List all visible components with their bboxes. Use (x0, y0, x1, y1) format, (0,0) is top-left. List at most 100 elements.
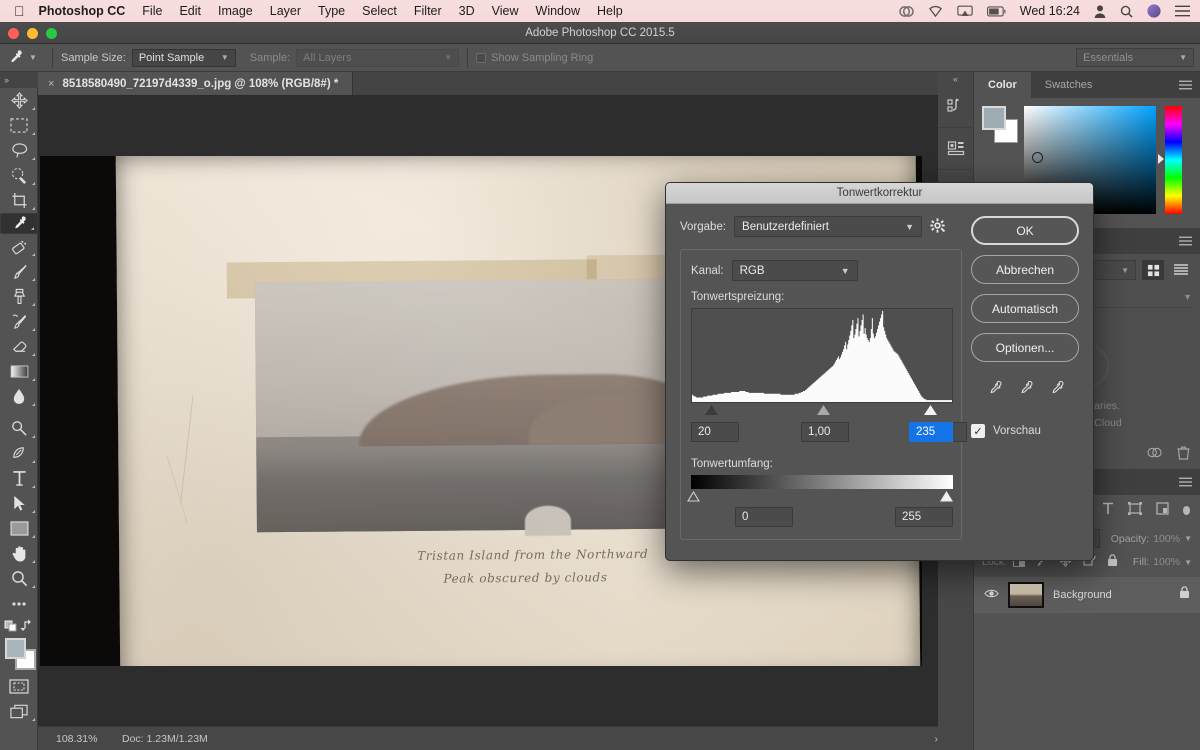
preset-select[interactable]: Benutzerdefiniert ▼ (734, 216, 923, 237)
list-view-button[interactable] (1170, 260, 1192, 280)
clone-stamp-tool[interactable] (0, 284, 38, 309)
creative-cloud-icon[interactable] (899, 5, 914, 18)
toolbar-collapse-button[interactable]: » (0, 72, 38, 88)
panel-menu-icon[interactable] (1179, 72, 1200, 98)
history-panel-icon[interactable] (938, 86, 974, 128)
sample-select[interactable]: All Layers ▼ (296, 48, 460, 67)
quick-mask-toggle[interactable] (0, 674, 38, 699)
crop-tool[interactable] (0, 188, 38, 213)
hand-tool[interactable] (0, 541, 38, 566)
menu-window[interactable]: Window (536, 4, 580, 18)
fill-control[interactable]: Fill: 100% ▼ (1133, 556, 1192, 568)
chevron-down-icon[interactable]: ▼ (29, 53, 37, 62)
sync-icon[interactable] (1147, 446, 1163, 465)
color-swatches[interactable] (0, 634, 38, 674)
channel-select[interactable]: RGB ▼ (731, 260, 858, 281)
move-tool[interactable] (0, 88, 38, 113)
input-highlight-field-tail[interactable] (953, 422, 967, 442)
menu-filter[interactable]: Filter (414, 4, 442, 18)
brush-tool[interactable] (0, 259, 38, 284)
eyedropper-tool[interactable] (0, 213, 38, 234)
zoom-tool[interactable] (0, 566, 38, 591)
menu-image[interactable]: Image (218, 4, 253, 18)
close-button[interactable] (8, 28, 19, 39)
path-selection-tool[interactable] (0, 491, 38, 516)
input-slider-track[interactable] (691, 403, 953, 419)
zoom-button[interactable] (46, 28, 57, 39)
gradient-tool[interactable] (0, 359, 38, 384)
horizontal-type-tool[interactable] (0, 466, 38, 491)
siri-icon[interactable] (1147, 4, 1161, 18)
input-midtone-field[interactable]: 1,00 (801, 422, 849, 442)
notification-center-icon[interactable] (1175, 5, 1190, 17)
spot-healing-brush-tool[interactable] (0, 234, 38, 259)
white-point-eyedropper-icon[interactable] (1048, 380, 1065, 400)
shape-filter-icon[interactable] (1127, 501, 1142, 520)
battery-icon[interactable] (986, 5, 1006, 17)
gear-icon[interactable] (930, 217, 945, 236)
layer-row[interactable]: Background (974, 577, 1200, 613)
tab-color[interactable]: Color (974, 72, 1031, 98)
levels-dialog[interactable]: Tonwertkorrektur Vorgabe: Benutzerdefini… (665, 182, 1094, 561)
menu-layer[interactable]: Layer (270, 4, 301, 18)
close-icon[interactable]: × (48, 78, 54, 90)
screen-mode-toggle[interactable] (0, 699, 38, 724)
document-tab[interactable]: × 8518580490_72197d4339_o.jpg @ 108% (RG… (38, 72, 354, 95)
input-shadow-field[interactable]: 20 (691, 422, 739, 442)
active-tool-preset[interactable]: ▼ (0, 49, 44, 66)
quick-selection-tool[interactable] (0, 163, 38, 188)
menu-view[interactable]: View (492, 4, 519, 18)
cancel-button[interactable]: Abbrechen (971, 255, 1079, 284)
hue-marker[interactable] (1158, 154, 1164, 164)
output-slider-track[interactable] (687, 489, 953, 505)
output-black-field[interactable]: 0 (735, 507, 793, 527)
blur-tool[interactable] (0, 384, 38, 409)
preview-row[interactable]: ✓ Vorschau (971, 424, 1079, 438)
filter-toggle-indicator[interactable] (1182, 506, 1190, 515)
eraser-tool[interactable] (0, 334, 38, 359)
menu-type[interactable]: Type (318, 4, 345, 18)
auto-button[interactable]: Automatisch (971, 294, 1079, 323)
menu-edit[interactable]: Edit (179, 4, 201, 18)
foreground-color-swatch[interactable] (982, 106, 1006, 130)
layer-lock-icon[interactable] (1179, 586, 1190, 604)
show-sampling-ring-checkbox[interactable] (476, 52, 487, 63)
rectangle-tool[interactable] (0, 516, 38, 541)
gray-point-eyedropper-icon[interactable] (1017, 380, 1034, 400)
clock[interactable]: Wed 16:24 (1020, 4, 1080, 18)
properties-panel-icon[interactable] (938, 128, 974, 170)
apple-icon[interactable]:  (14, 4, 25, 18)
dock-collapse-button[interactable]: « (938, 72, 973, 86)
color-panel-swatches[interactable] (982, 106, 1020, 146)
search-icon[interactable] (1120, 5, 1133, 18)
rectangular-marquee-tool[interactable] (0, 113, 38, 138)
color-picker-marker[interactable] (1032, 152, 1043, 163)
sample-size-select[interactable]: Point Sample ▼ (131, 48, 236, 67)
menu-3d[interactable]: 3D (459, 4, 475, 18)
type-filter-icon[interactable] (1102, 502, 1114, 520)
lasso-tool[interactable] (0, 138, 38, 163)
grid-view-button[interactable] (1142, 260, 1164, 280)
wifi-icon[interactable] (928, 5, 943, 18)
layer-name[interactable]: Background (1053, 589, 1112, 601)
layer-visibility-icon[interactable] (984, 588, 999, 602)
zoom-level[interactable]: 108.31% (38, 733, 122, 745)
app-name-menu[interactable]: Photoshop CC (39, 4, 126, 18)
preview-checkbox[interactable]: ✓ (971, 424, 985, 438)
delete-icon[interactable] (1177, 446, 1190, 465)
black-point-eyedropper-icon[interactable] (986, 380, 1003, 400)
hue-strip[interactable] (1158, 106, 1182, 214)
panel-menu-icon[interactable] (1179, 469, 1200, 495)
lock-all-icon[interactable] (1107, 554, 1118, 570)
menu-help[interactable]: Help (597, 4, 623, 18)
history-brush-tool[interactable] (0, 309, 38, 334)
airplay-icon[interactable] (957, 5, 973, 18)
panel-menu-icon[interactable] (1179, 228, 1200, 254)
menu-file[interactable]: File (142, 4, 162, 18)
foreground-color-swatch[interactable] (5, 638, 26, 659)
options-button[interactable]: Optionen... (971, 333, 1079, 362)
input-highlight-field[interactable]: 235 (909, 422, 953, 442)
output-white-field[interactable]: 255 (895, 507, 953, 527)
minimize-button[interactable] (27, 28, 38, 39)
layer-thumbnail[interactable] (1008, 582, 1044, 608)
